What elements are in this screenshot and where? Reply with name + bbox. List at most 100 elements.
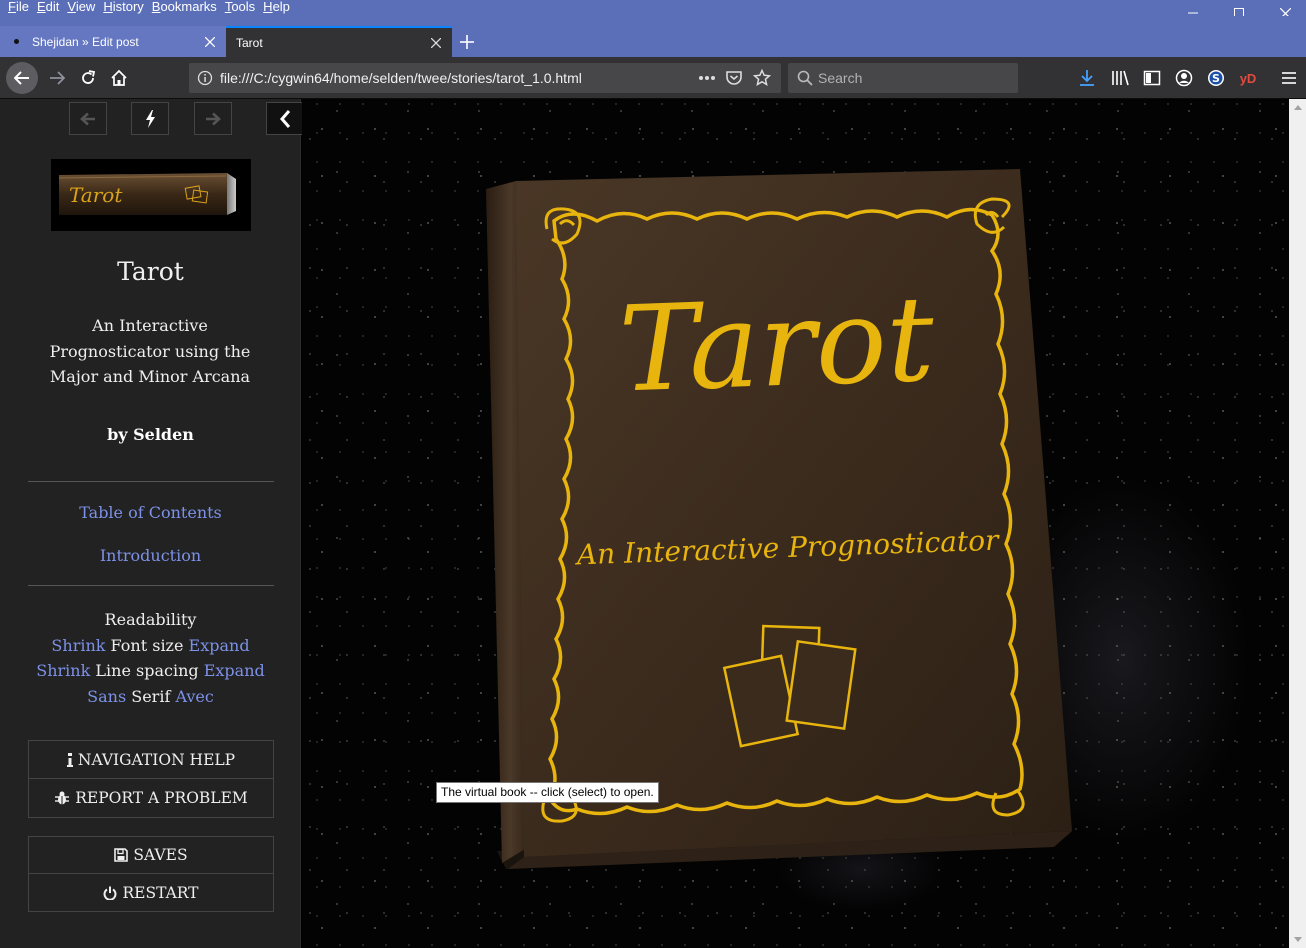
chevron-left-icon [279,109,290,128]
tab-tarot[interactable]: Tarot [226,26,452,57]
book-spine-image: Tarot [58,173,236,215]
table-of-contents-link[interactable]: Table of Contents [79,503,222,522]
url-text: file:///C:/cygwin64/home/selden/twee/sto… [220,70,582,86]
introduction-link[interactable]: Introduction [100,546,201,565]
app-menu-button[interactable] [1277,66,1301,90]
plus-icon [460,35,474,49]
search-icon [797,70,813,86]
saves-label: SAVES [133,846,188,864]
tab-title: Shejidan » Edit post [32,34,139,49]
floppy-disk-icon [114,848,129,862]
extension-s-button[interactable]: S [1204,66,1228,90]
home-icon [111,69,127,86]
download-icon [1080,70,1094,86]
story-title: Tarot [117,257,184,286]
spacing-expand-link[interactable]: Expand [204,661,265,680]
navigation-help-button[interactable]: NAVIGATION HELP [29,741,273,779]
history-back-button[interactable] [69,102,107,135]
menu-view[interactable]: View [63,0,99,16]
arrow-left-icon [80,112,95,125]
sidebar-toggle-button[interactable] [1140,66,1164,90]
search-bar[interactable] [788,63,1018,93]
close-icon [431,37,441,48]
divider [28,481,274,482]
yd-extension-button[interactable]: yD [1236,66,1260,90]
url-bar[interactable]: file:///C:/cygwin64/home/selden/twee/sto… [189,63,781,93]
vertical-scrollbar[interactable] [1289,99,1306,948]
sans-font-link[interactable]: Sans [87,687,126,706]
chevron-down-icon [1293,937,1302,942]
report-problem-button[interactable]: REPORT A PROBLEM [29,779,273,817]
toc-link-container: Table of Contents [0,503,301,522]
downloads-button[interactable] [1075,66,1099,90]
bug-icon [54,791,70,805]
saves-button[interactable]: SAVES [29,837,273,874]
book-tooltip: The virtual book -- click (select) to op… [436,782,659,803]
scroll-down-button[interactable] [1289,931,1306,948]
readability-controls: Readability Shrink Font size Expand Shri… [0,607,301,709]
game-menu: SAVES RESTART [28,836,274,912]
home-button[interactable] [104,63,134,93]
menu-bookmarks[interactable]: Bookmarks [148,0,221,16]
avec-font-link[interactable]: Avec [175,687,213,706]
forward-arrow-icon [50,71,65,85]
divider [28,585,274,586]
banner-title-text: Tarot [69,183,123,207]
tab-close-button[interactable] [428,35,444,51]
font-shrink-link[interactable]: Shrink [51,636,105,655]
story-subtitle: An Interactive Prognosticator using the … [49,316,251,386]
unread-dot-icon [14,39,19,44]
forward-button[interactable] [42,63,72,93]
restart-label: RESTART [122,883,199,902]
font-expand-link[interactable]: Expand [189,636,250,655]
story-sidebar: Tarot Tarot An Interactive Prognosticato… [0,99,302,948]
reload-button[interactable] [73,63,103,93]
menu-edit[interactable]: Edit [33,0,63,16]
menu-help[interactable]: Help [259,0,294,16]
search-input[interactable] [818,68,1008,88]
info-icon [197,70,213,86]
scroll-up-button[interactable] [1289,99,1306,116]
virtual-book-image[interactable]: Tarot An Interactive Prognosticator [302,99,1289,948]
account-button[interactable] [1172,66,1196,90]
reload-icon [82,70,96,84]
new-tab-button[interactable] [455,30,479,54]
library-icon [1112,70,1129,86]
menu-tools[interactable]: Tools [221,0,259,16]
power-icon [103,886,117,900]
history-jump-button[interactable] [131,102,169,135]
skype-icon: S [1208,70,1224,86]
hamburger-menu-icon [1282,72,1296,84]
help-menu: NAVIGATION HELP REPORT A PROBLEM [28,740,274,818]
tab-shejidan[interactable]: Shejidan » Edit post [0,26,226,57]
arrow-right-icon [206,112,221,125]
info-icon [66,752,73,767]
chevron-up-icon [1293,105,1302,110]
library-button[interactable] [1108,66,1132,90]
bookmark-star-icon[interactable] [753,69,771,87]
restart-button[interactable]: RESTART [29,874,273,911]
menu-file[interactable]: File [0,0,33,16]
sidebar-collapse-button[interactable] [266,102,302,135]
story-author: by Selden [107,425,194,444]
navigation-toolbar: file:///C:/cygwin64/home/selden/twee/sto… [0,57,1306,99]
close-icon [205,36,215,47]
font-family-row: Sans Serif Avec [0,684,301,710]
navigation-help-label: NAVIGATION HELP [77,750,236,769]
tab-close-button[interactable] [202,34,218,50]
pocket-icon[interactable] [725,69,743,87]
history-forward-button[interactable] [194,102,232,135]
lightning-bolt-icon [146,109,155,128]
line-spacing-label: Line spacing [95,661,199,680]
readability-heading: Readability [104,610,197,629]
tab-strip: Shejidan » Edit post Tarot [0,16,1306,57]
font-size-label: Font size [110,635,184,655]
menu-history[interactable]: History [99,0,147,16]
passage-area: Tarot An Interactive Prognosticator The … [302,99,1289,948]
spacing-shrink-link[interactable]: Shrink [36,661,90,680]
page-actions-icon[interactable] [698,75,716,81]
intro-link-container: Introduction [0,546,301,565]
back-button[interactable] [6,62,38,94]
book-title: Tarot [617,270,937,419]
report-problem-label: REPORT A PROBLEM [75,789,248,807]
